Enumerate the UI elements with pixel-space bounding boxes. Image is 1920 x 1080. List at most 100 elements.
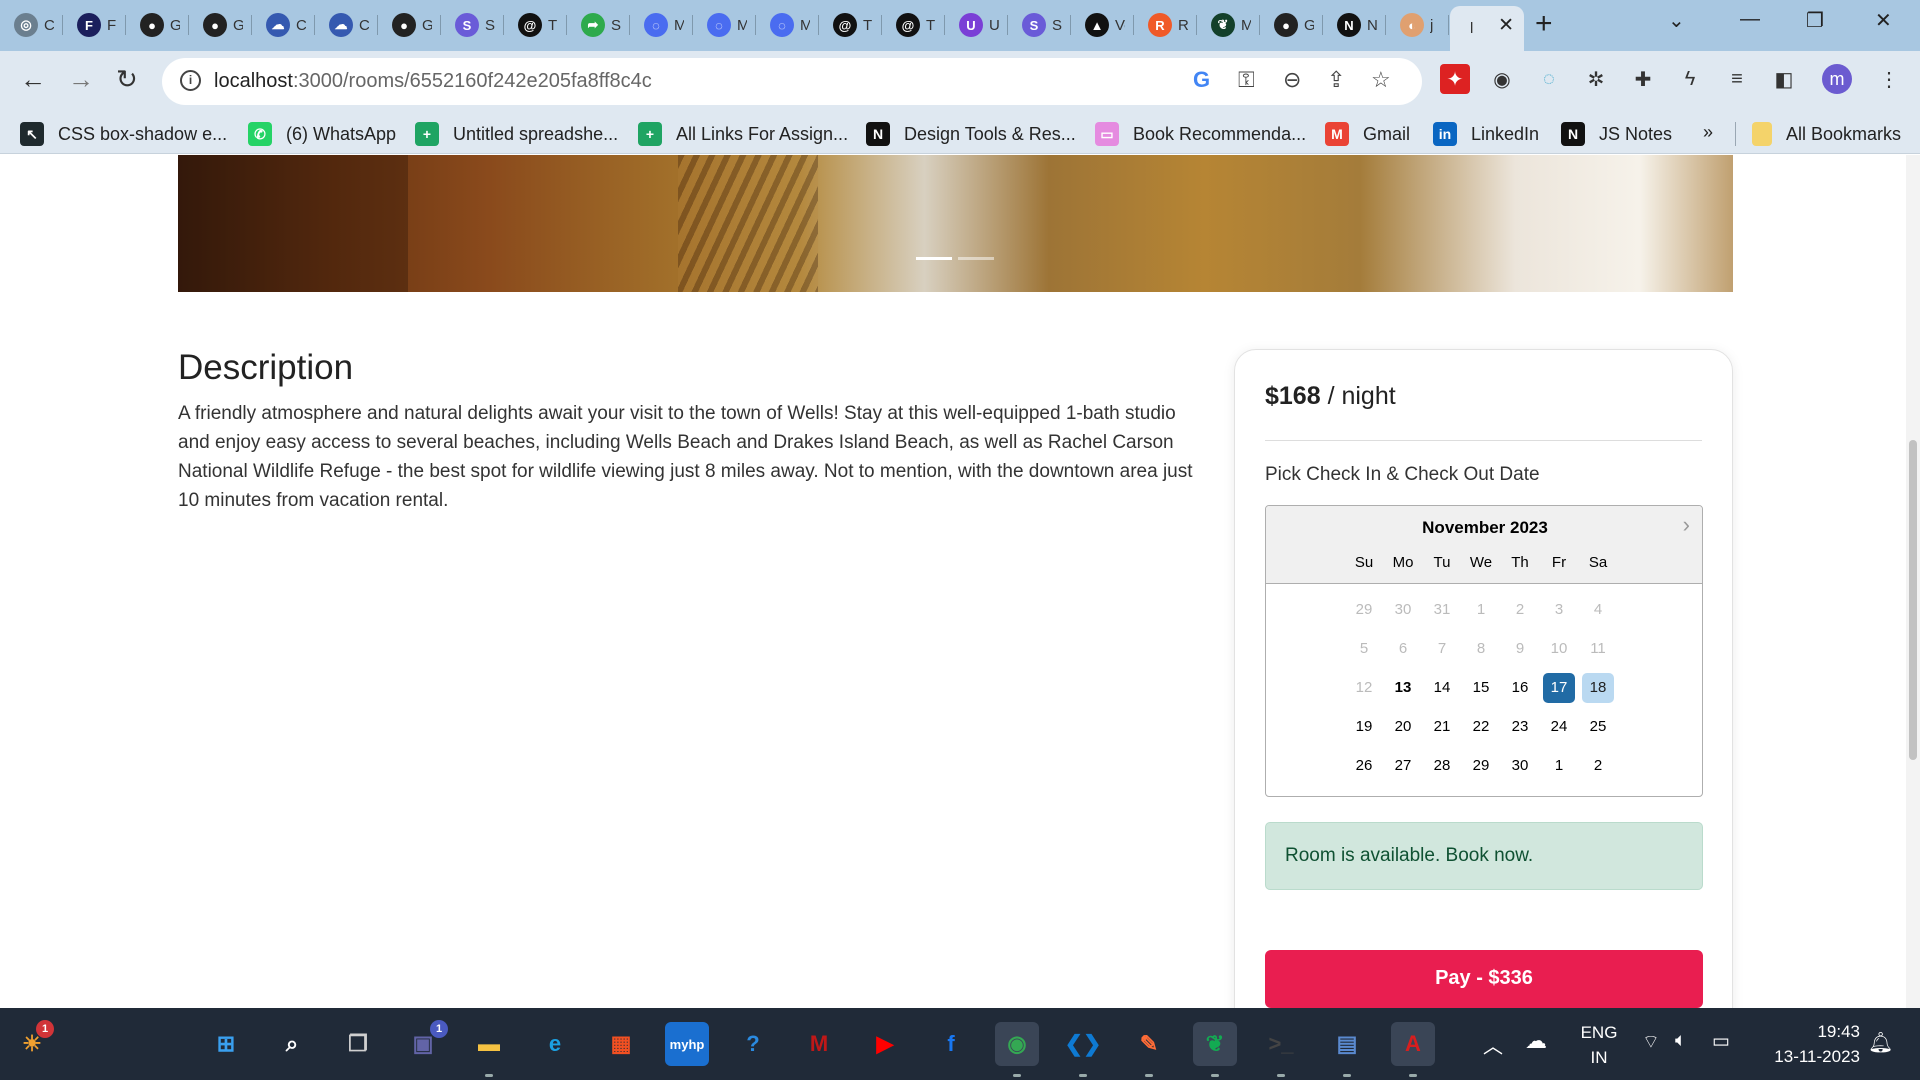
carousel-indicator-active[interactable] <box>916 257 952 260</box>
close-window-icon[interactable]: ✕ <box>1875 8 1892 33</box>
zoom-icon[interactable]: ⊖ <box>1283 67 1301 93</box>
myhp-taskbar-icon[interactable]: myhp <box>665 1022 709 1066</box>
browser-tab[interactable]: ● GitHub <box>378 6 441 44</box>
share-icon[interactable]: ⇪ <box>1327 67 1345 93</box>
browser-tab[interactable]: ➦ Share <box>567 6 630 44</box>
all-bookmarks-button[interactable]: All Bookmarks <box>1752 122 1901 146</box>
facebook-taskbar-icon[interactable]: f <box>929 1022 973 1066</box>
calendar-day[interactable]: 16 <box>1504 673 1536 703</box>
extension-bug-icon[interactable]: ✲ <box>1581 64 1611 94</box>
clock[interactable]: 19:43 13-11-2023 <box>1760 1022 1860 1067</box>
edge-taskbar-icon[interactable]: e <box>533 1022 577 1066</box>
calendar-day[interactable]: 28 <box>1426 751 1458 781</box>
profile-avatar[interactable]: m <box>1822 64 1852 94</box>
calendar-day[interactable]: 13 <box>1387 673 1419 703</box>
side-panel-icon[interactable]: ◧ <box>1769 64 1799 94</box>
calendar-day[interactable]: 1 <box>1543 751 1575 781</box>
extension-bolt-icon[interactable]: ϟ <box>1675 64 1705 94</box>
extension-color-picker-icon[interactable]: ◉ <box>1487 64 1517 94</box>
bookmark-star-icon[interactable]: ☆ <box>1371 67 1391 93</box>
pay-button[interactable]: Pay - $336 <box>1265 950 1703 1008</box>
browser-tab[interactable]: ❦ MongoDB <box>1197 6 1260 44</box>
close-tab-icon[interactable]: ✕ <box>1498 14 1514 37</box>
browser-tab[interactable]: ● GitHub <box>189 6 252 44</box>
calendar-day[interactable]: 17 <box>1543 673 1575 703</box>
search-taskbar-icon[interactable]: ⌕ <box>270 1022 314 1066</box>
start-taskbar-icon[interactable]: ⊞ <box>204 1022 248 1066</box>
browser-tab[interactable]: ☁ Codeforces <box>315 6 378 44</box>
new-tab-button[interactable]: + <box>1535 9 1553 39</box>
mcafee-taskbar-icon[interactable]: M <box>797 1022 841 1066</box>
terminal-taskbar-icon[interactable]: >_ <box>1259 1022 1303 1066</box>
scrollbar-thumb[interactable] <box>1909 440 1917 760</box>
extension-circle-icon[interactable]: ◌ <box>1534 64 1564 94</box>
browser-tab[interactable]: @ Threads <box>882 6 945 44</box>
tab-search-icon[interactable]: ⌄ <box>1668 8 1685 33</box>
browser-tab[interactable]: R Render <box>1134 6 1197 44</box>
remote-desktop-taskbar-icon[interactable]: ▤ <box>1325 1022 1369 1066</box>
browser-tab[interactable]: ◐ j <box>1386 6 1449 44</box>
bookmark-item[interactable]: N Design Tools & Res... <box>866 122 1076 146</box>
browser-tab[interactable]: ☁ Codeforces <box>252 6 315 44</box>
browser-tab[interactable]: ◌ Messenger <box>756 6 819 44</box>
browser-tab[interactable]: ▲ Vercel <box>1071 6 1134 44</box>
acrobat-taskbar-icon[interactable]: A <box>1391 1022 1435 1066</box>
browser-tab[interactable]: @ Threads <box>819 6 882 44</box>
site-info-icon[interactable]: i <box>180 70 201 91</box>
calendar-day[interactable]: 20 <box>1387 712 1419 742</box>
extension-red-icon[interactable]: ✦ <box>1440 64 1470 94</box>
bookmark-item[interactable]: + All Links For Assign... <box>638 122 848 146</box>
reload-button[interactable]: ↻ <box>116 65 138 93</box>
browser-tab[interactable]: ◌ Messenger <box>630 6 693 44</box>
browser-tab[interactable]: FF <box>63 6 126 44</box>
calendar-day[interactable]: 26 <box>1348 751 1380 781</box>
browser-tab[interactable]: ◎ ChatGPT <box>0 6 63 44</box>
address-bar[interactable]: i localhost:3000/rooms/6552160f242e205fa… <box>162 58 1422 105</box>
room-image-carousel[interactable] <box>178 155 1733 292</box>
calendar-day[interactable]: 30 <box>1504 751 1536 781</box>
back-button[interactable]: ← <box>20 65 46 93</box>
extensions-puzzle-icon[interactable]: ✚ <box>1628 64 1658 94</box>
calendar-day[interactable]: 24 <box>1543 712 1575 742</box>
browser-menu-icon[interactable]: ⋮ <box>1874 64 1904 94</box>
youtube-taskbar-icon[interactable]: ▶ <box>863 1022 907 1066</box>
browser-tab[interactable]: ◌ Messenger <box>693 6 756 44</box>
language-indicator[interactable]: ENG IN <box>1579 1023 1619 1068</box>
bookmark-item[interactable]: in LinkedIn <box>1433 122 1539 146</box>
browser-tab[interactable]: ● GitHub <box>1260 6 1323 44</box>
calendar-day[interactable]: 18 <box>1582 673 1614 703</box>
calendar-day[interactable]: 27 <box>1387 751 1419 781</box>
calendar-day[interactable]: 14 <box>1426 673 1458 703</box>
mongodb-compass-taskbar-icon[interactable]: ❦ <box>1193 1022 1237 1066</box>
vscode-taskbar-icon[interactable]: ❮❯ <box>1061 1022 1105 1066</box>
minimize-icon[interactable]: — <box>1740 8 1760 31</box>
next-month-chevron-icon[interactable]: › <box>1683 512 1690 538</box>
calendar-day[interactable]: 29 <box>1465 751 1497 781</box>
url-text[interactable]: localhost:3000/rooms/6552160f242e205fa8f… <box>214 70 652 93</box>
bookmark-item[interactable]: ▭ Book Recommenda... <box>1095 122 1306 146</box>
calendar-day[interactable]: 2 <box>1582 751 1614 781</box>
calendar-day[interactable]: 15 <box>1465 673 1497 703</box>
calendar-day[interactable]: 22 <box>1465 712 1497 742</box>
notifications-bell-icon[interactable]: 🔔︎ <box>1868 1030 1893 1055</box>
battery-icon[interactable]: ▭ <box>1712 1030 1730 1053</box>
postman-taskbar-icon[interactable]: ✎ <box>1127 1022 1171 1066</box>
bookmark-item[interactable]: N JS Notes <box>1561 122 1672 146</box>
show-hidden-icons-chevron-icon[interactable]: ︿ <box>1483 1030 1503 1059</box>
task-view-taskbar-icon[interactable]: ❐ <box>336 1022 380 1066</box>
calendar-day[interactable]: 23 <box>1504 712 1536 742</box>
google-lens-icon[interactable]: G <box>1193 67 1210 93</box>
bookmark-item[interactable]: + Untitled spreadshe... <box>415 122 618 146</box>
bookmark-item[interactable]: ↖ CSS box-shadow e... <box>20 122 227 146</box>
calendar-day[interactable]: 21 <box>1426 712 1458 742</box>
more-bookmarks-button[interactable]: » <box>1703 122 1713 143</box>
file-explorer-taskbar-icon[interactable]: ▬ <box>467 1022 511 1066</box>
page-scrollbar[interactable] <box>1906 155 1920 1008</box>
forward-button[interactable]: → <box>68 65 94 93</box>
browser-tab[interactable]: ● GitHub <box>126 6 189 44</box>
browser-tab[interactable]: U Upstash <box>945 6 1008 44</box>
store-taskbar-icon[interactable]: ▦ <box>599 1022 643 1066</box>
chrome-taskbar-icon[interactable]: ◉ <box>995 1022 1039 1066</box>
help-taskbar-icon[interactable]: ? <box>731 1022 775 1066</box>
bookmark-item[interactable]: M Gmail <box>1325 122 1410 146</box>
